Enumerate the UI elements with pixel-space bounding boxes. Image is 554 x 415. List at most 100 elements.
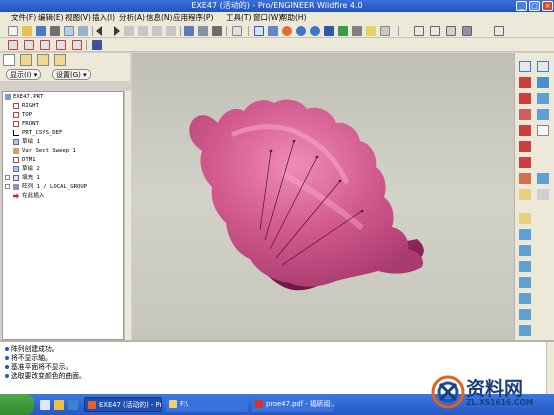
start-button[interactable] [0,394,34,415]
menu-tools[interactable]: 工具(T) [226,12,251,24]
solidify-tool-icon[interactable] [519,245,531,256]
menu-window[interactable]: 窗口(W) [253,12,281,24]
saved-views-icon[interactable] [352,26,362,36]
select-box-icon[interactable] [212,26,222,36]
graphics-viewport[interactable] [132,53,514,340]
datum-point-display-icon[interactable] [40,40,50,50]
quicklaunch-icon[interactable] [54,400,64,410]
taskbar-item-pdf[interactable]: proe47.pdf - 福昕阅... [252,397,334,412]
zoom-out-icon[interactable] [310,26,320,36]
point-tool-icon[interactable] [519,125,531,136]
menu-info[interactable]: 信息(N) [146,12,172,24]
boundary-tool-icon[interactable] [519,293,531,304]
tree-item[interactable]: PRT_CSYS_DEF [3,129,123,137]
style-tool-icon[interactable] [519,309,531,320]
curve-tool-icon[interactable] [519,109,531,120]
zoom-in-icon[interactable] [296,26,306,36]
menu-analysis[interactable]: 分析(A) [119,12,145,24]
menu-help[interactable]: 帮助(H) [280,12,307,24]
taskbar-item-explorer[interactable]: F:\ [166,397,248,412]
menu-edit[interactable]: 编辑(E) [38,12,64,24]
menu-file[interactable]: 文件(F) [11,12,36,24]
offset-tool-icon[interactable] [537,189,549,200]
tree-item[interactable]: 阵列 1 / LOCAL_GROUP [3,183,123,191]
intersect-tool-icon[interactable] [519,157,531,168]
show-dropdown[interactable]: 显示(I) ▾ [6,69,42,80]
expand-icon[interactable] [5,184,10,189]
tree-item[interactable]: EXE47.PRT [3,93,123,101]
tree-item[interactable]: FRONT [3,120,123,128]
connections-tab[interactable] [54,54,66,66]
datum-curve-tool-icon[interactable] [519,77,531,88]
menu-applications[interactable]: 应用程序(P) [173,12,213,24]
new-file-icon[interactable] [8,26,18,36]
menu-insert[interactable]: 插入(I) [92,12,115,24]
tree-item[interactable]: DTM1 [3,156,123,164]
datum-plane-tool-icon[interactable] [519,61,531,72]
analysis-tool-icon[interactable] [537,109,549,120]
expand-icon[interactable] [5,175,10,180]
menu-view[interactable]: 视图(V) [65,12,91,24]
close-button[interactable]: × [542,1,553,11]
refit-icon[interactable] [324,26,334,36]
trim-tool-icon[interactable] [537,173,549,184]
cut-icon[interactable] [124,26,134,36]
orient-icon[interactable] [254,26,264,36]
warp-tool-icon[interactable] [519,325,531,336]
shading-icon[interactable] [462,26,472,36]
paste-icon[interactable] [152,26,162,36]
tree-item[interactable]: TOP [3,111,123,119]
csys-display-icon[interactable] [56,40,66,50]
tree-item[interactable]: 在此插入 [3,192,123,200]
save-icon[interactable] [36,26,46,36]
view-manager-icon[interactable] [380,26,390,36]
spin-center-icon[interactable] [268,26,278,36]
annotation-display-icon[interactable] [72,40,82,50]
undo-icon[interactable] [96,26,102,36]
taskbar-item-proe[interactable]: EXE47 (活动的) - Pro... [84,397,162,412]
model-tree-tab[interactable] [3,54,15,66]
send-icon[interactable] [78,26,88,36]
wireframe-icon[interactable] [414,26,424,36]
extend-tool-icon[interactable] [519,189,531,200]
sweep-tool-icon[interactable] [519,261,531,272]
model-tree-toggle-icon[interactable] [494,26,504,36]
thicken-tool-icon[interactable] [519,229,531,240]
annotation-tool-icon[interactable] [537,125,549,136]
minimize-button[interactable]: _ [516,1,527,11]
regenerate-icon[interactable] [184,26,194,36]
favorites-tab[interactable] [37,54,49,66]
maximize-button[interactable]: □ [529,1,540,11]
merge-tool-icon[interactable] [519,173,531,184]
csys-tool-icon[interactable] [537,93,549,104]
find-icon[interactable] [198,26,208,36]
blend-tool-icon[interactable] [519,277,531,288]
tree-item[interactable]: 草绘 1 [3,138,123,146]
reorient-icon[interactable] [338,26,348,36]
datum-plane-display-icon[interactable] [8,40,18,50]
print-icon[interactable] [50,26,60,36]
repaint-icon[interactable] [232,26,242,36]
paste-special-icon[interactable] [166,26,176,36]
redo-icon[interactable] [114,26,120,36]
open-folder-icon[interactable] [22,26,32,36]
tree-item[interactable]: Var Sect Sweep 1 [3,147,123,155]
tree-item[interactable]: 草绘 2 [3,165,123,173]
quicklaunch-icon[interactable] [68,400,78,410]
datum-axis-tool-icon[interactable] [537,61,549,72]
folder-browser-tab[interactable] [20,54,32,66]
copy-tool-icon[interactable] [519,213,531,224]
sketch-tool-icon[interactable] [519,93,531,104]
no-hidden-icon[interactable] [446,26,456,36]
hidden-line-icon[interactable] [430,26,440,36]
context-help-icon[interactable] [92,40,102,50]
quicklaunch-icon[interactable] [40,400,50,410]
tree-scrollbar[interactable] [124,91,131,340]
datum-point-tool-icon[interactable] [537,77,549,88]
spin-icon[interactable] [282,26,292,36]
layers-icon[interactable] [366,26,376,36]
axis-tool-icon[interactable] [519,141,531,152]
copy-icon[interactable] [138,26,148,36]
tree-item[interactable]: 填充 1 [3,174,123,182]
email-icon[interactable] [64,26,74,36]
